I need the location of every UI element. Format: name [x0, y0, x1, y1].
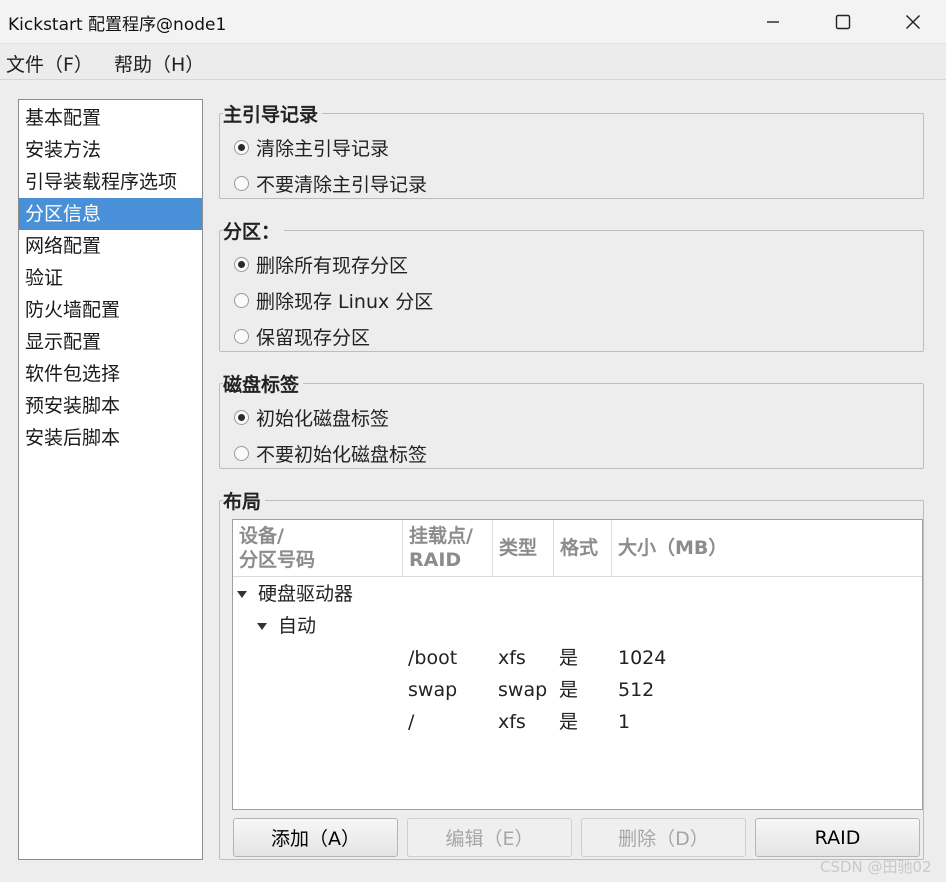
raid-button[interactable]: RAID [755, 818, 920, 857]
cell-type: swap [498, 679, 548, 701]
cell-type: xfs [498, 711, 526, 733]
partition-remove-all-label: 删除所有现存分区 [256, 254, 409, 277]
close-icon [906, 15, 920, 29]
disklabel-group-title: 磁盘标签 [223, 370, 304, 397]
add-button[interactable]: 添加（A） [233, 818, 398, 857]
radio-checked-icon[interactable] [234, 409, 249, 425]
radio-checked-icon[interactable] [234, 256, 249, 272]
cell-size: 1 [618, 711, 631, 733]
sidebar-item-pre-script[interactable]: 预安装脚本 [19, 390, 202, 422]
disklabel-init-option[interactable]: 初始化磁盘标签 [234, 403, 389, 431]
sidebar-item-network[interactable]: 网络配置 [19, 230, 202, 262]
cell-mount: / [408, 711, 415, 733]
menu-bar: 文件（F） 帮助（H） [0, 44, 946, 80]
column-header-mount[interactable]: 挂载点/ RAID [403, 520, 493, 577]
disklabel-no-init-option[interactable]: 不要初始化磁盘标签 [234, 439, 427, 467]
window-title: Kickstart 配置程序@node1 [8, 15, 227, 35]
sidebar: 基本配置 安装方法 引导装载程序选项 分区信息 网络配置 验证 防火墙配置 显示… [18, 99, 203, 860]
sidebar-item-install-method[interactable]: 安装方法 [19, 134, 202, 166]
sidebar-item-firewall[interactable]: 防火墙配置 [19, 294, 202, 326]
menu-file[interactable]: 文件（F） [6, 50, 93, 77]
table-row[interactable]: / xfs 是 1 [233, 707, 922, 737]
cell-format: 是 [559, 679, 579, 701]
column-header-device[interactable]: 设备/ 分区号码 [233, 520, 403, 577]
minimize-button[interactable] [750, 0, 796, 44]
sidebar-item-partition[interactable]: 分区信息 [19, 198, 202, 230]
radio-unchecked-icon[interactable] [234, 292, 249, 308]
watermark: CSDN @田驰02 [820, 858, 932, 876]
partition-keep-option[interactable]: 保留现存分区 [234, 322, 370, 350]
column-header-device-line1: 设备/ [239, 525, 284, 547]
sidebar-item-post-script[interactable]: 安装后脚本 [19, 422, 202, 454]
sidebar-item-basic[interactable]: 基本配置 [19, 102, 202, 134]
partition-table[interactable]: 设备/ 分区号码 挂载点/ RAID 类型 格式 大小（MB） 硬盘驱动器 自动… [232, 519, 923, 810]
minimize-icon [767, 21, 779, 23]
column-header-device-line2: 分区号码 [239, 549, 316, 571]
table-row[interactable]: /boot xfs 是 1024 [233, 643, 922, 673]
sidebar-item-auth[interactable]: 验证 [19, 262, 202, 294]
disklabel-no-init-label: 不要初始化磁盘标签 [256, 443, 428, 466]
cell-mount: swap [408, 679, 458, 701]
cell-size: 512 [618, 679, 655, 701]
partition-remove-all-option[interactable]: 删除所有现存分区 [234, 250, 408, 278]
maximize-button[interactable] [820, 0, 866, 44]
cell-format: 是 [559, 711, 579, 733]
cell-size: 1024 [618, 647, 667, 669]
sidebar-item-display[interactable]: 显示配置 [19, 326, 202, 358]
mbr-clear-option[interactable]: 清除主引导记录 [234, 133, 389, 161]
mbr-clear-label: 清除主引导记录 [256, 137, 390, 160]
edit-button[interactable]: 编辑（E） [407, 818, 572, 857]
tree-row-auto[interactable]: 自动 [233, 611, 922, 641]
sidebar-item-packages[interactable]: 软件包选择 [19, 358, 202, 390]
column-header-size[interactable]: 大小（MB） [612, 520, 922, 577]
close-button[interactable] [890, 0, 936, 44]
radio-checked-icon[interactable] [234, 139, 249, 155]
tree-disk-label: 硬盘驱动器 [258, 583, 354, 605]
radio-unchecked-icon[interactable] [234, 328, 249, 344]
mbr-keep-option[interactable]: 不要清除主引导记录 [234, 169, 427, 197]
tree-row-disk[interactable]: 硬盘驱动器 [233, 579, 922, 609]
table-row[interactable]: swap swap 是 512 [233, 675, 922, 705]
layout-group-title: 布局 [223, 487, 266, 514]
expander-down-icon[interactable] [257, 623, 267, 630]
partition-remove-linux-option[interactable]: 删除现存 Linux 分区 [234, 286, 433, 314]
mbr-keep-label: 不要清除主引导记录 [256, 173, 428, 196]
partition-group-title: 分区： [223, 217, 285, 244]
tree-auto-label: 自动 [278, 615, 317, 637]
column-header-format[interactable]: 格式 [554, 520, 612, 577]
expander-down-icon[interactable] [237, 591, 247, 598]
sidebar-item-bootloader[interactable]: 引导装载程序选项 [19, 166, 202, 198]
cell-type: xfs [498, 647, 526, 669]
partition-keep-label: 保留现存分区 [256, 326, 371, 349]
cell-format: 是 [559, 647, 579, 669]
menu-help[interactable]: 帮助（H） [114, 50, 204, 77]
title-bar: Kickstart 配置程序@node1 [0, 0, 946, 44]
cell-mount: /boot [408, 647, 458, 669]
partition-remove-linux-label: 删除现存 Linux 分区 [256, 290, 434, 313]
column-header-mount-line2: RAID [409, 549, 462, 571]
mbr-group-title: 主引导记录 [223, 100, 323, 127]
column-header-type[interactable]: 类型 [493, 520, 554, 577]
delete-button[interactable]: 删除（D） [581, 818, 746, 857]
maximize-icon [835, 14, 851, 30]
column-header-mount-line1: 挂载点/ [409, 525, 473, 547]
radio-unchecked-icon[interactable] [234, 175, 249, 191]
disklabel-init-label: 初始化磁盘标签 [256, 407, 390, 430]
radio-unchecked-icon[interactable] [234, 445, 249, 461]
